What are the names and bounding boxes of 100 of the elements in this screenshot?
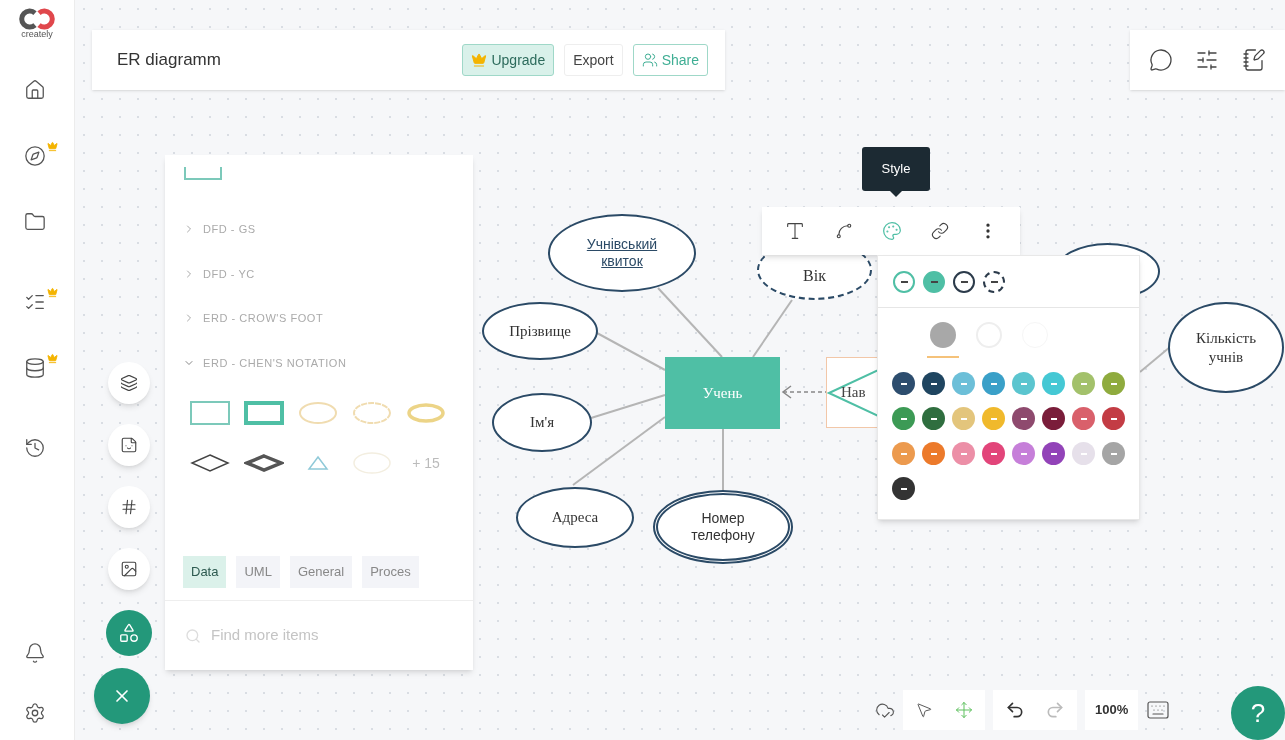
home-icon[interactable] xyxy=(24,79,46,101)
category-header[interactable]: ERD - CROW'S FOOT xyxy=(183,310,455,327)
folder-icon[interactable] xyxy=(24,211,46,233)
style-option[interactable] xyxy=(893,270,915,293)
dashed-arrow xyxy=(781,385,827,399)
tool-button[interactable] xyxy=(108,362,150,404)
tooltip-pointer-icon xyxy=(890,191,902,197)
diamond-shape-icon[interactable] xyxy=(244,453,284,473)
color-swatch[interactable] xyxy=(1042,372,1065,395)
cursor-icon[interactable] xyxy=(915,701,933,719)
color-swatch[interactable] xyxy=(952,407,975,430)
library-tab[interactable]: Data xyxy=(183,556,227,588)
relationship-node: Нав xyxy=(826,357,878,428)
style-option[interactable] xyxy=(983,270,1005,293)
tooltip: Style xyxy=(862,147,930,191)
connector-line xyxy=(722,428,724,491)
color-swatch[interactable] xyxy=(1042,442,1065,465)
logo-text: creately xyxy=(21,30,53,39)
diamond-shape-icon[interactable] xyxy=(190,453,230,473)
upgrade-button[interactable]: Upgrade xyxy=(462,44,555,76)
library-tab[interactable]: Proces xyxy=(362,556,419,588)
color-swatch[interactable] xyxy=(922,372,945,395)
color-swatch[interactable] xyxy=(952,442,975,465)
more-shapes-count[interactable]: + 15 xyxy=(412,452,440,474)
share-button[interactable]: Share xyxy=(632,44,708,76)
grid-icon xyxy=(120,498,138,516)
tool-button[interactable] xyxy=(108,424,150,466)
connector-icon[interactable] xyxy=(835,222,854,240)
color-swatch[interactable] xyxy=(1102,442,1125,465)
attribute-node: Ім'я xyxy=(492,393,592,452)
document-title: ER diagramm xyxy=(117,49,221,72)
users-icon xyxy=(641,52,658,68)
shape-icon xyxy=(183,167,223,181)
entity-node: Учень xyxy=(665,357,780,429)
color-swatch[interactable] xyxy=(1072,407,1095,430)
category-header[interactable]: DFD - YC xyxy=(183,265,455,282)
help-button[interactable]: ? xyxy=(1231,686,1285,740)
tool-button[interactable] xyxy=(108,548,150,590)
settings-icon[interactable] xyxy=(24,702,46,724)
color-swatch[interactable] xyxy=(922,407,945,430)
sticker-icon xyxy=(120,436,138,454)
cloud-check-icon xyxy=(875,700,895,720)
attribute-node: Кількість учнів xyxy=(1168,302,1284,393)
image-icon xyxy=(120,560,138,578)
library-tab[interactable]: UML xyxy=(236,556,280,588)
selection-underline xyxy=(926,356,959,358)
zoom-level[interactable]: 100% xyxy=(1085,690,1139,730)
history-icon[interactable] xyxy=(24,437,46,459)
attribute-node: Учнівський квиток xyxy=(548,214,696,292)
color-swatch[interactable] xyxy=(1012,407,1035,430)
shapes-icon xyxy=(118,622,140,644)
color-swatch[interactable] xyxy=(982,372,1005,395)
category-header[interactable]: DFD - GS xyxy=(183,221,455,238)
link-icon[interactable] xyxy=(930,222,949,240)
color-swatch[interactable] xyxy=(892,442,915,465)
color-swatch[interactable] xyxy=(952,372,975,395)
category-header[interactable]: ERD - CHEN'S NOTATION xyxy=(183,354,455,371)
color-swatch[interactable] xyxy=(892,407,915,430)
color-swatch[interactable] xyxy=(1012,372,1035,395)
color-swatch[interactable] xyxy=(922,442,945,465)
color-swatch[interactable] xyxy=(892,477,915,500)
color-swatch[interactable] xyxy=(982,442,1005,465)
category-label: ERD - CHEN'S NOTATION xyxy=(203,355,347,371)
compass-icon[interactable] xyxy=(24,145,46,167)
undo-icon[interactable] xyxy=(1005,700,1025,720)
layers-icon xyxy=(120,374,138,392)
bell-icon[interactable] xyxy=(24,642,46,664)
style-option[interactable] xyxy=(953,270,975,293)
crown-icon xyxy=(47,141,58,152)
close-button[interactable] xyxy=(94,668,150,724)
library-tab[interactable]: General xyxy=(289,556,353,588)
tool-button[interactable] xyxy=(108,486,150,528)
category-label: ERD - CROW'S FOOT xyxy=(203,311,324,326)
database-icon[interactable] xyxy=(24,357,46,379)
logo-icon xyxy=(19,8,55,30)
attribute-node: Адреса xyxy=(516,487,634,548)
color-swatch[interactable] xyxy=(1102,407,1125,430)
crown-icon xyxy=(471,52,488,68)
search-field[interactable]: Find more items xyxy=(211,624,411,647)
attribute-node: Номер телефону xyxy=(653,490,793,564)
notes-icon[interactable] xyxy=(1241,48,1266,72)
color-swatch[interactable] xyxy=(1072,372,1095,395)
connector-line xyxy=(752,299,793,358)
keyboard-icon[interactable] xyxy=(1146,698,1171,722)
connector-line xyxy=(1139,346,1171,373)
crown-icon xyxy=(47,287,58,298)
comment-icon[interactable] xyxy=(1149,48,1174,72)
color-swatch[interactable] xyxy=(1042,407,1065,430)
category-label: DFD - GS xyxy=(203,222,256,237)
category-label: DFD - YC xyxy=(203,266,255,282)
color-swatch[interactable] xyxy=(1012,442,1035,465)
color-swatch[interactable] xyxy=(1102,372,1125,395)
style-option[interactable] xyxy=(923,270,945,293)
shapes-button[interactable] xyxy=(106,610,152,656)
crown-icon xyxy=(47,353,58,364)
color-swatch[interactable] xyxy=(892,372,915,395)
color-swatch[interactable] xyxy=(982,407,1005,430)
export-button[interactable]: Export xyxy=(564,44,623,76)
color-swatch[interactable] xyxy=(1072,442,1095,465)
search-icon xyxy=(185,627,201,644)
